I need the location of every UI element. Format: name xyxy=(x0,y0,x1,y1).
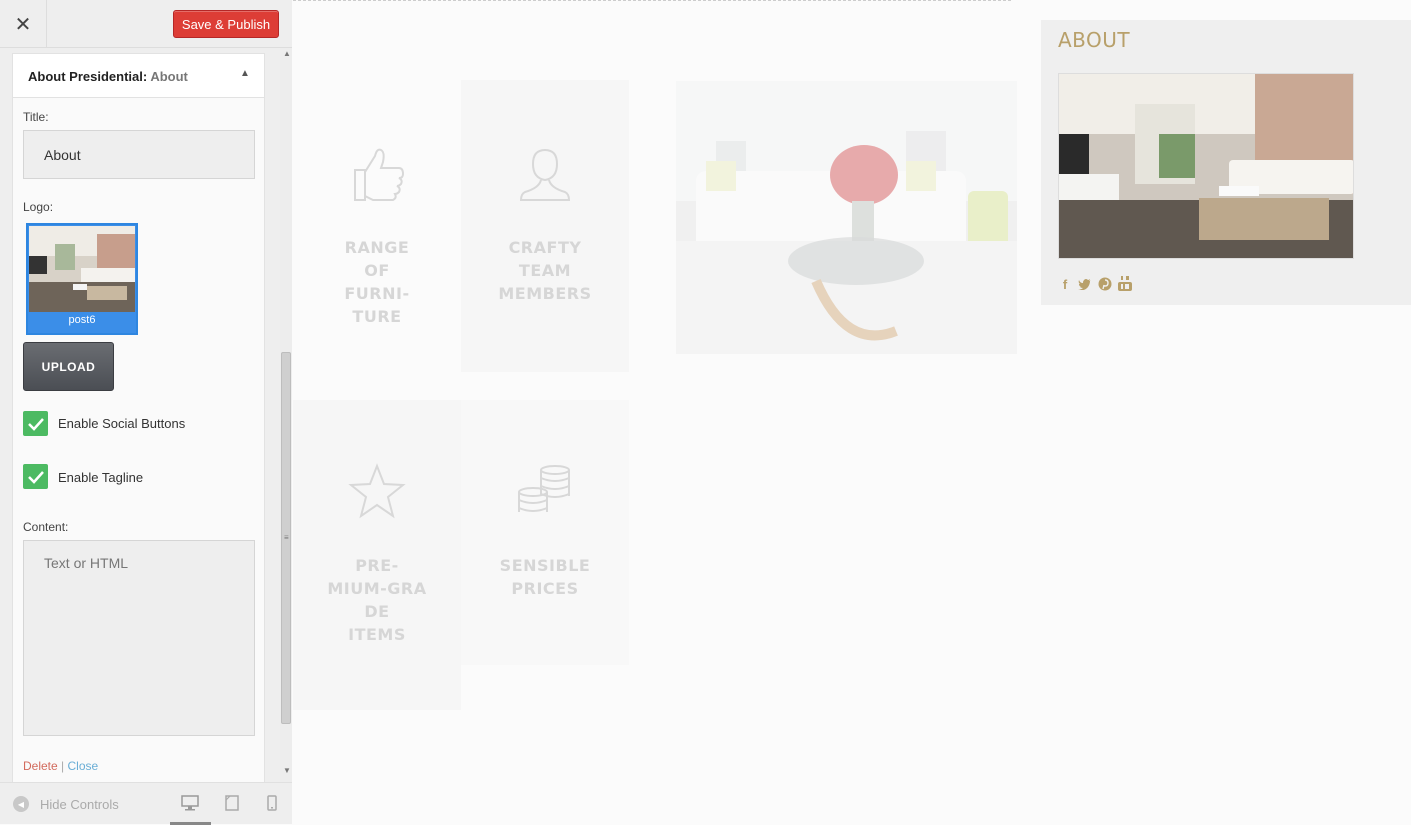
save-publish-button[interactable]: Save & Publish xyxy=(173,10,279,38)
panel-scrollbar[interactable]: ▲ ≡ ▼ xyxy=(280,48,292,782)
service-title: RANGE OF FURNI- TURE xyxy=(293,236,461,328)
desktop-preview-icon[interactable] xyxy=(181,795,199,816)
link-separator: | xyxy=(61,759,65,773)
about-title: ABOUT xyxy=(1058,28,1131,52)
collapse-arrow-icon[interactable]: ▲ xyxy=(240,68,250,79)
about-widget: About Presidential: About ▲ Title: About… xyxy=(12,53,265,782)
content-textarea[interactable]: Text or HTML xyxy=(23,540,255,736)
panel-header: ✕ Save & Publish xyxy=(0,0,292,48)
service-title-line: DE xyxy=(364,602,390,621)
logo-label: Logo: xyxy=(23,200,54,214)
logo-thumbnail[interactable]: post6 xyxy=(26,223,138,335)
scroll-thumb[interactable]: ≡ xyxy=(281,352,291,724)
widget-title: About Presidential: About xyxy=(28,69,188,84)
service-title-line: PRE- xyxy=(355,556,399,575)
close-customizer-button[interactable]: ✕ xyxy=(0,0,47,48)
service-title: CRAFTY TEAM MEMBERS xyxy=(461,236,629,305)
site-preview: RANGE OF FURNI- TURE CRAFTY TEAM MEMBERS xyxy=(293,0,1411,824)
youtube-icon[interactable] xyxy=(1118,276,1132,292)
service-title: PRE- MIUM-GRA DE ITEMS xyxy=(293,554,461,646)
tagline-checkbox[interactable] xyxy=(23,464,48,489)
widget-title-bar[interactable]: About Presidential: About ▲ xyxy=(13,54,264,98)
customizer-panel: ✕ Save & Publish About Presidential: Abo… xyxy=(0,0,292,825)
service-card: SENSIBLE PRICES xyxy=(461,400,629,665)
service-title-line: PRICES xyxy=(511,579,579,598)
hide-controls-button[interactable]: Hide Controls xyxy=(40,797,119,812)
top-divider xyxy=(293,0,1011,1)
scroll-grip-icon: ≡ xyxy=(284,533,289,542)
widget-title-prefix: About Presidential: xyxy=(28,69,148,84)
service-title-line: RANGE xyxy=(344,238,410,257)
service-title-line: OF xyxy=(364,261,390,280)
check-icon xyxy=(27,470,44,484)
title-label: Title: xyxy=(23,110,49,124)
title-input[interactable]: About xyxy=(23,130,255,179)
coins-icon xyxy=(461,462,629,518)
service-title-line: CRAFTY xyxy=(508,238,582,257)
about-image xyxy=(1058,73,1354,259)
user-icon xyxy=(461,144,629,204)
service-title-line: MEMBERS xyxy=(498,284,592,303)
social-buttons-checkbox[interactable] xyxy=(23,411,48,436)
service-card: RANGE OF FURNI- TURE xyxy=(293,80,461,400)
logo-caption: post6 xyxy=(68,314,96,326)
social-buttons-label: Enable Social Buttons xyxy=(58,416,186,431)
panel-footer: ◀ Hide Controls xyxy=(0,782,292,825)
service-title-line: FURNI- xyxy=(344,284,410,303)
service-card: CRAFTY TEAM MEMBERS xyxy=(461,80,629,372)
hero-image xyxy=(676,81,1017,354)
delete-link[interactable]: Delete xyxy=(23,759,58,773)
check-icon xyxy=(27,417,44,431)
facebook-icon[interactable]: f xyxy=(1058,276,1072,292)
tagline-label: Enable Tagline xyxy=(58,470,144,485)
widget-title-suffix: About xyxy=(150,69,188,84)
content-label: Content: xyxy=(23,520,69,534)
close-link[interactable]: Close xyxy=(68,759,99,773)
service-title-line: SENSIBLE xyxy=(499,556,591,575)
star-icon xyxy=(293,462,461,522)
mobile-preview-icon[interactable] xyxy=(267,795,277,816)
twitter-icon[interactable] xyxy=(1078,276,1092,292)
service-title: SENSIBLE PRICES xyxy=(461,554,629,600)
service-title-line: TURE xyxy=(352,307,402,326)
social-links: f xyxy=(1058,276,1132,292)
scroll-down-icon[interactable]: ▼ xyxy=(283,766,291,775)
service-title-line: TEAM xyxy=(518,261,572,280)
controls-scroll-area: About Presidential: About ▲ Title: About… xyxy=(0,48,280,782)
about-sidebar-widget: ABOUT f xyxy=(1041,20,1411,305)
hide-controls-icon[interactable]: ◀ xyxy=(13,796,29,812)
service-title-line: MIUM-GRA xyxy=(327,579,427,598)
widget-actions: Delete | Close xyxy=(23,759,98,773)
tablet-preview-icon[interactable] xyxy=(225,795,239,816)
upload-button[interactable]: UPLOAD xyxy=(23,342,114,391)
scroll-up-icon[interactable]: ▲ xyxy=(283,49,291,58)
thumbs-up-icon xyxy=(293,144,461,204)
service-title-line: ITEMS xyxy=(348,625,406,644)
service-card: PRE- MIUM-GRA DE ITEMS xyxy=(293,400,461,710)
pinterest-icon[interactable] xyxy=(1098,276,1112,292)
logo-image xyxy=(29,226,135,312)
